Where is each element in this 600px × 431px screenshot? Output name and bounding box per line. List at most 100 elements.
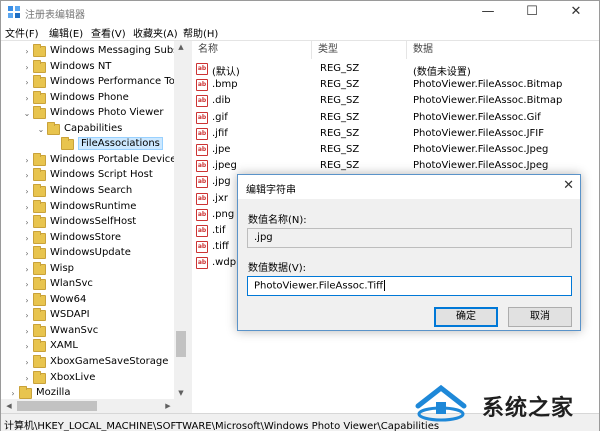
list-row[interactable]: ab .gif REG_SZ PhotoViewer.FileAssoc.Gif [192,110,599,126]
tree-node[interactable]: › XboxLive [1,370,188,386]
cell-type: REG_SZ [320,127,360,139]
cell-name: (默认) [212,67,240,78]
tree-node[interactable]: › Wow64 [1,292,188,308]
maximize-button[interactable]: ☐ [510,1,554,23]
tree-node[interactable]: › WSDAPI [1,308,188,323]
column-header-data[interactable]: 数据 [407,41,599,59]
list-row[interactable]: ab (默认) REG_SZ (数值未设置) [192,61,599,78]
folder-icon [33,292,46,306]
chevron-right-icon[interactable]: › [23,203,31,212]
chevron-right-icon[interactable]: › [23,265,31,274]
tree-vertical-scroll-thumb[interactable] [176,331,186,357]
chevron-right-icon[interactable]: › [23,296,31,305]
tree-node[interactable]: › Wisp [1,261,188,277]
list-row[interactable]: ab .bmp REG_SZ PhotoViewer.FileAssoc.Bitmap [192,77,599,93]
chevron-right-icon[interactable]: › [23,327,31,336]
chevron-right-icon[interactable]: › [9,390,17,398]
chevron-right-icon[interactable]: › [23,359,31,367]
scroll-left-arrow-icon[interactable]: ◀ [3,399,15,413]
scroll-down-arrow-icon[interactable]: ▼ [174,387,188,399]
tree-node-label: WindowsRuntime [50,200,137,212]
column-header-type[interactable]: 类型 [312,41,407,59]
chevron-down-icon[interactable]: ⌄ [37,125,45,134]
cell-name: .wdp [212,257,237,269]
dialog-close-icon[interactable]: ✕ [563,178,574,193]
menu-help[interactable]: 帮助(H) [183,25,218,40]
list-row[interactable]: ab .jpe REG_SZ PhotoViewer.FileAssoc.Jpeg [192,142,599,158]
tree-node[interactable]: › Windows Phone [1,90,188,106]
chevron-right-icon[interactable]: › [23,250,31,258]
tree-horizontal-scroll-thumb[interactable] [17,401,97,411]
tree-node-label: XboxGameSaveStorage [50,356,169,367]
cell-type: REG_SZ [320,63,360,74]
column-header-name[interactable]: 名称 [192,41,312,59]
tree-node[interactable]: › WindowsSelfHost [1,215,188,230]
chevron-right-icon[interactable]: › [23,187,31,196]
tree-node[interactable]: ⌄ Windows Photo Viewer [1,106,188,121]
chevron-down-icon[interactable]: ⌄ [23,110,31,118]
chevron-right-icon[interactable]: › [23,94,31,103]
chevron-right-icon[interactable] [51,141,59,149]
tree-node[interactable]: › Mozilla [1,386,188,399]
list-row[interactable]: ab .jfif REG_SZ PhotoViewer.FileAssoc.JFIF [192,126,599,142]
chevron-right-icon[interactable]: › [23,234,31,243]
folder-icon [33,355,46,368]
folder-icon [33,44,46,57]
string-value-icon: ab [196,192,208,205]
scroll-right-arrow-icon[interactable]: ▶ [162,399,174,413]
tree-node[interactable]: › Windows Script Host [1,168,188,183]
ok-button[interactable]: 确定 [434,307,498,327]
list-row[interactable]: ab .jpeg REG_SZ PhotoViewer.FileAssoc.Jpeg [192,158,599,174]
tree-node[interactable]: › WwanSvc [1,323,188,339]
status-bar: 计算机\HKEY_LOCAL_MACHINE\SOFTWARE\Microsof… [1,413,599,431]
minimize-button[interactable]: — [466,1,510,23]
chevron-right-icon[interactable]: › [23,312,31,320]
chevron-right-icon[interactable]: › [23,79,31,87]
chevron-right-icon[interactable]: › [23,281,31,289]
text-caret [384,280,386,291]
chevron-right-icon[interactable]: › [23,374,31,383]
tree-node[interactable]: › Windows NT [1,59,188,75]
tree-node-label: Windows Script Host [50,169,153,181]
tree-node[interactable]: › WindowsUpdate [1,246,188,261]
tree-node[interactable]: › WindowsRuntime [1,199,188,215]
title-bar[interactable]: 注册表编辑器 — ☐ ✕ [1,1,599,23]
value-data-input[interactable]: PhotoViewer.FileAssoc.Tiff [247,276,572,296]
folder-icon [33,308,46,322]
tree-node[interactable]: › Windows Portable Devices [1,152,188,168]
menu-edit[interactable]: 编辑(E) [49,25,83,40]
dialog-title-bar[interactable]: 编辑字符串 ✕ [238,175,580,199]
close-button[interactable]: ✕ [554,1,598,23]
tree-node-label: WwanSvc [50,324,99,336]
tree-node[interactable]: › XAML [1,339,188,354]
tree-node[interactable]: › Windows Messaging Subsys [1,44,188,59]
menu-favorites[interactable]: 收藏夹(A) [133,25,178,40]
list-row[interactable]: ab .dib REG_SZ PhotoViewer.FileAssoc.Bitmap [192,93,599,109]
chevron-right-icon[interactable]: › [23,172,31,180]
folder-icon [33,106,46,120]
chevron-right-icon[interactable]: › [23,63,31,72]
tree-node-label: Windows Phone [50,91,129,103]
tree-node[interactable]: › WindowsStore [1,230,188,246]
tree-node[interactable]: › Windows Search [1,183,188,199]
tree-node[interactable]: ⌄ Capabilities [1,121,188,137]
registry-key-tree: › Windows Messaging Subsys › Windows NT › Win… [1,41,188,399]
tree-vertical-scrollbar[interactable]: ▲ ▼ [174,41,188,399]
chevron-right-icon[interactable]: › [23,343,31,351]
chevron-right-icon[interactable]: › [23,156,31,165]
tree-node[interactable]: FileAssociations [1,137,188,152]
string-value-icon: ab [196,160,208,173]
folder-icon [33,90,46,104]
tree-horizontal-scrollbar[interactable]: ◀ ▶ [1,399,188,413]
chevron-right-icon[interactable]: › [23,48,31,56]
chevron-right-icon[interactable]: › [23,219,31,227]
tree-node-label: FileAssociations [78,137,163,151]
tree-node[interactable]: › WlanSvc [1,277,188,292]
tree-node[interactable]: › Windows Performance Tool [1,75,188,90]
tree-node-label: Windows Portable Devices [50,153,182,165]
menu-file[interactable]: 文件(F) [5,25,39,40]
tree-node[interactable]: › XboxGameSaveStorage [1,355,188,370]
menu-view[interactable]: 查看(V) [91,25,126,40]
scroll-up-arrow-icon[interactable]: ▲ [174,41,188,53]
cancel-button[interactable]: 取消 [508,307,572,327]
